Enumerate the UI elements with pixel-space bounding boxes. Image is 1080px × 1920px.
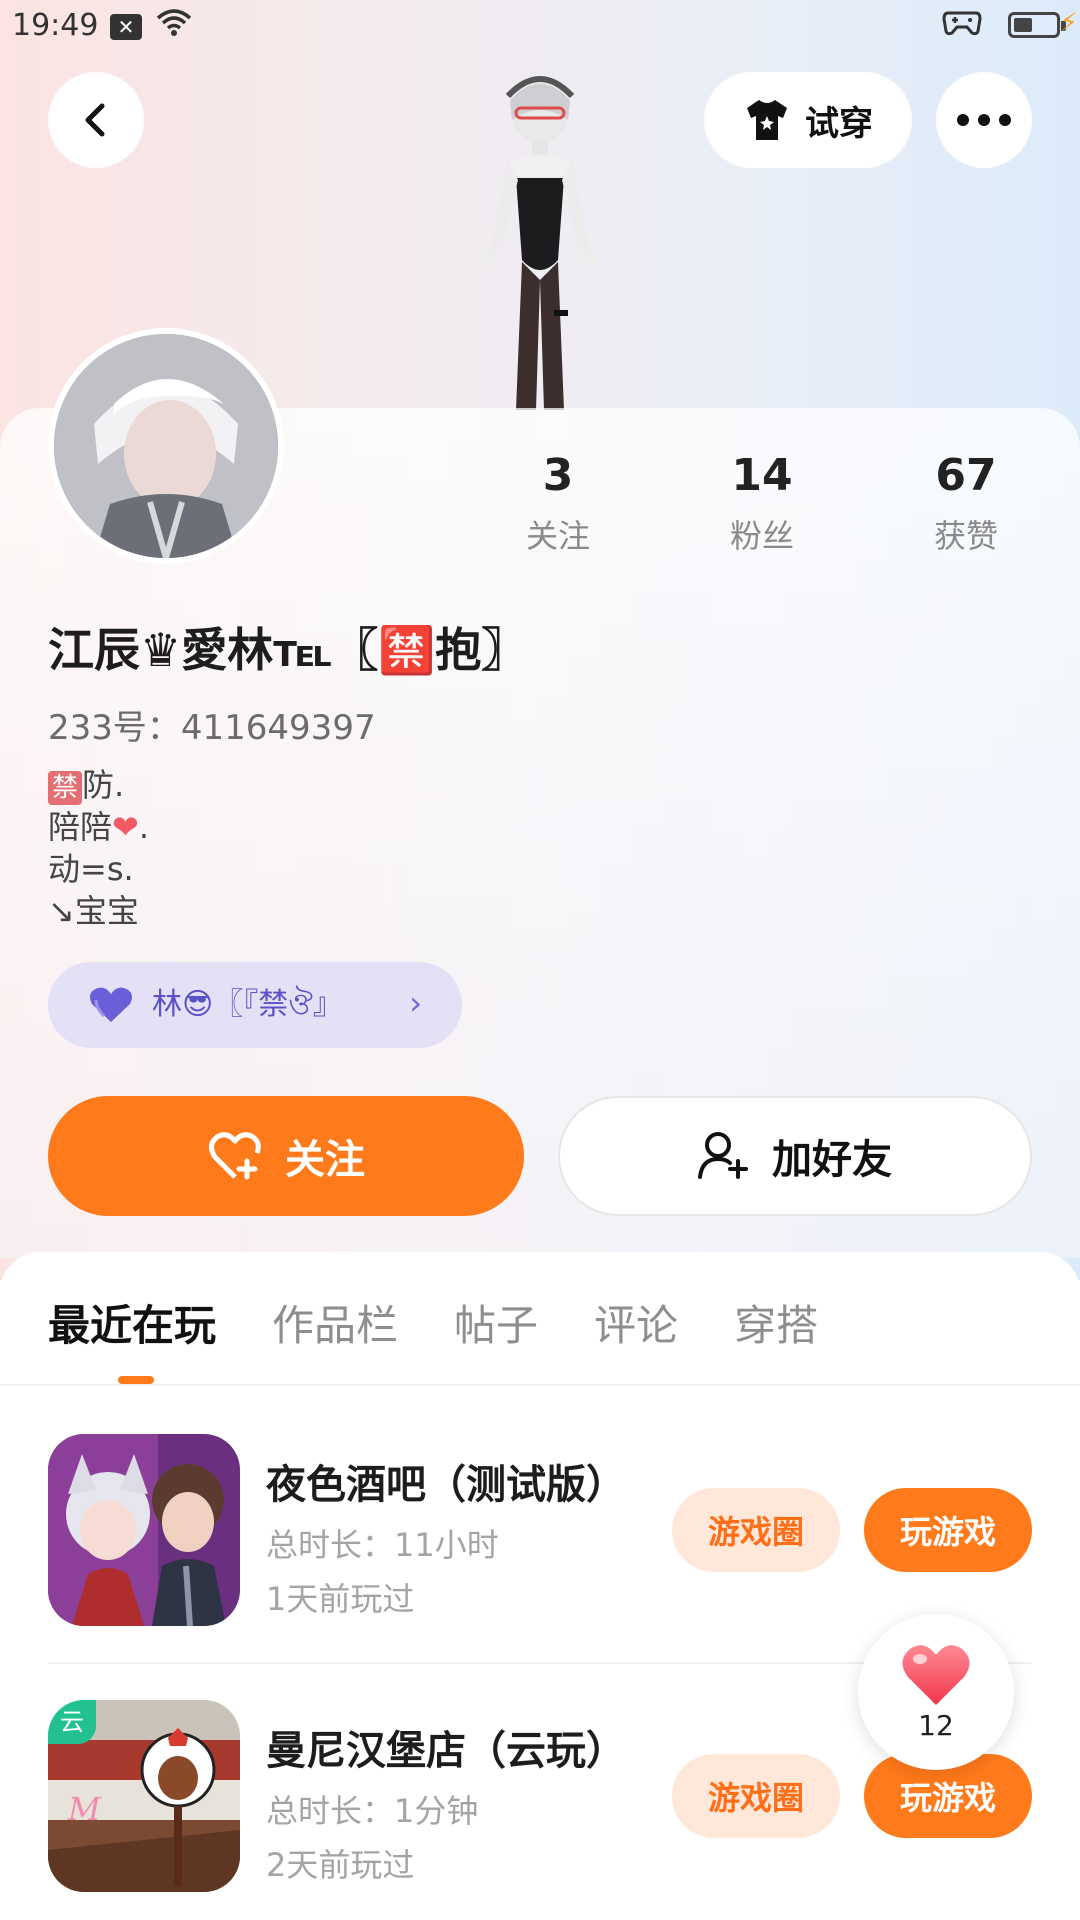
profile-name: 江辰♛愛林℡〖🈲抱〗 bbox=[48, 623, 528, 677]
active-tab-indicator bbox=[118, 1376, 154, 1384]
svg-text:M: M bbox=[67, 1790, 102, 1828]
add-friend-button[interactable]: 加好友 bbox=[558, 1096, 1032, 1216]
game-duration: 总时长：1分钟 bbox=[266, 1792, 479, 1830]
stat-following-value: 3 bbox=[542, 450, 574, 501]
follow-label: 关注 bbox=[285, 1137, 365, 1183]
stat-followers-label: 粉丝 bbox=[729, 517, 794, 555]
tabs-divider bbox=[0, 1384, 1080, 1386]
game-circle-button[interactable]: 游戏圈 bbox=[672, 1754, 840, 1838]
add-person-icon bbox=[698, 1132, 748, 1179]
game-title: 夜色酒吧（测试版） bbox=[266, 1462, 626, 1508]
more-options-button[interactable] bbox=[936, 72, 1032, 168]
game-title: 曼尼汉堡店（云玩） bbox=[266, 1728, 626, 1774]
status-time: 19:49 bbox=[12, 8, 99, 43]
game-last-played: 2天前玩过 bbox=[266, 1846, 415, 1884]
relationship-tag[interactable]: 林😎〖『禁ঔ』 › bbox=[48, 962, 462, 1048]
profile-bio: 禁防. 陪陪❤. 动=s. ↘宝宝 bbox=[48, 764, 149, 932]
shirt-icon bbox=[747, 100, 787, 140]
tab-works[interactable]: 作品栏 bbox=[272, 1292, 398, 1353]
tab-posts[interactable]: 帖子 bbox=[454, 1292, 538, 1353]
stat-following[interactable]: 3 关注 bbox=[478, 450, 638, 557]
avatar-character-figure bbox=[482, 76, 598, 410]
game-last-played: 1天前玩过 bbox=[266, 1580, 415, 1618]
stat-likes[interactable]: 67 获赞 bbox=[886, 450, 1046, 557]
bio-line-4: ↘宝宝 bbox=[48, 892, 139, 930]
back-arrow-icon bbox=[85, 103, 105, 137]
game-duration: 总时长：11小时 bbox=[266, 1526, 499, 1564]
tab-recently-played[interactable]: 最近在玩 bbox=[48, 1292, 216, 1353]
like-count: 12 bbox=[918, 1708, 954, 1742]
try-on-button[interactable]: 试穿 bbox=[704, 72, 912, 168]
status-bar: 19:49 ✕ ⚡ bbox=[0, 0, 1080, 56]
bio-line-3: 动=s. bbox=[48, 850, 134, 888]
tab-comments[interactable]: 评论 bbox=[594, 1292, 678, 1353]
tab-outfits[interactable]: 穿搭 bbox=[734, 1292, 818, 1353]
chevron-right-icon: › bbox=[409, 984, 422, 1022]
back-button[interactable] bbox=[48, 72, 144, 168]
game-icon[interactable] bbox=[48, 1434, 240, 1626]
stat-likes-value: 67 bbox=[935, 450, 997, 501]
heart-plus-icon bbox=[209, 1132, 261, 1180]
try-on-label: 试穿 bbox=[805, 103, 873, 144]
charging-bolt-icon: ⚡ bbox=[1059, 8, 1078, 38]
follow-button[interactable]: 关注 bbox=[48, 1096, 524, 1216]
avatar-photo bbox=[54, 334, 278, 558]
stat-followers-value: 14 bbox=[731, 450, 793, 501]
more-dots-icon bbox=[957, 114, 1011, 126]
notification-x-icon: ✕ bbox=[110, 14, 142, 40]
gamepad-icon bbox=[942, 6, 982, 46]
red-heart-icon: ❤ bbox=[112, 808, 139, 846]
stat-likes-label: 获赞 bbox=[933, 517, 998, 555]
purple-heart-icon bbox=[90, 987, 132, 1022]
profile-tabs: 最近在玩 作品栏 帖子 评论 穿搭 bbox=[48, 1292, 818, 1353]
like-floating-button[interactable]: 12 bbox=[858, 1614, 1014, 1770]
battery-icon bbox=[1008, 12, 1066, 38]
stat-followers[interactable]: 14 粉丝 bbox=[682, 450, 842, 557]
ban-emoji-icon: 禁 bbox=[48, 771, 83, 805]
relationship-tag-label: 林😎〖『禁ঔ』 bbox=[152, 987, 343, 1022]
game-list-item[interactable]: 夜色酒吧（测试版） 总时长：11小时 1天前玩过 游戏圈 玩游戏 bbox=[48, 1434, 1032, 1630]
profile-avatar[interactable] bbox=[48, 328, 284, 564]
like-heart-icon bbox=[902, 1644, 970, 1705]
profile-uid: 233号：411649397 bbox=[48, 708, 376, 748]
play-game-button[interactable]: 玩游戏 bbox=[864, 1488, 1032, 1572]
wifi-icon bbox=[156, 8, 192, 46]
game-icon[interactable]: M 云 bbox=[48, 1700, 240, 1892]
bio-line-2: 陪陪❤. bbox=[48, 808, 149, 846]
add-friend-label: 加好友 bbox=[772, 1137, 892, 1183]
game-circle-button[interactable]: 游戏圈 bbox=[672, 1488, 840, 1572]
stat-following-label: 关注 bbox=[525, 517, 590, 555]
cloud-badge: 云 bbox=[48, 1700, 96, 1744]
bio-line-1: 禁防. bbox=[48, 764, 149, 806]
